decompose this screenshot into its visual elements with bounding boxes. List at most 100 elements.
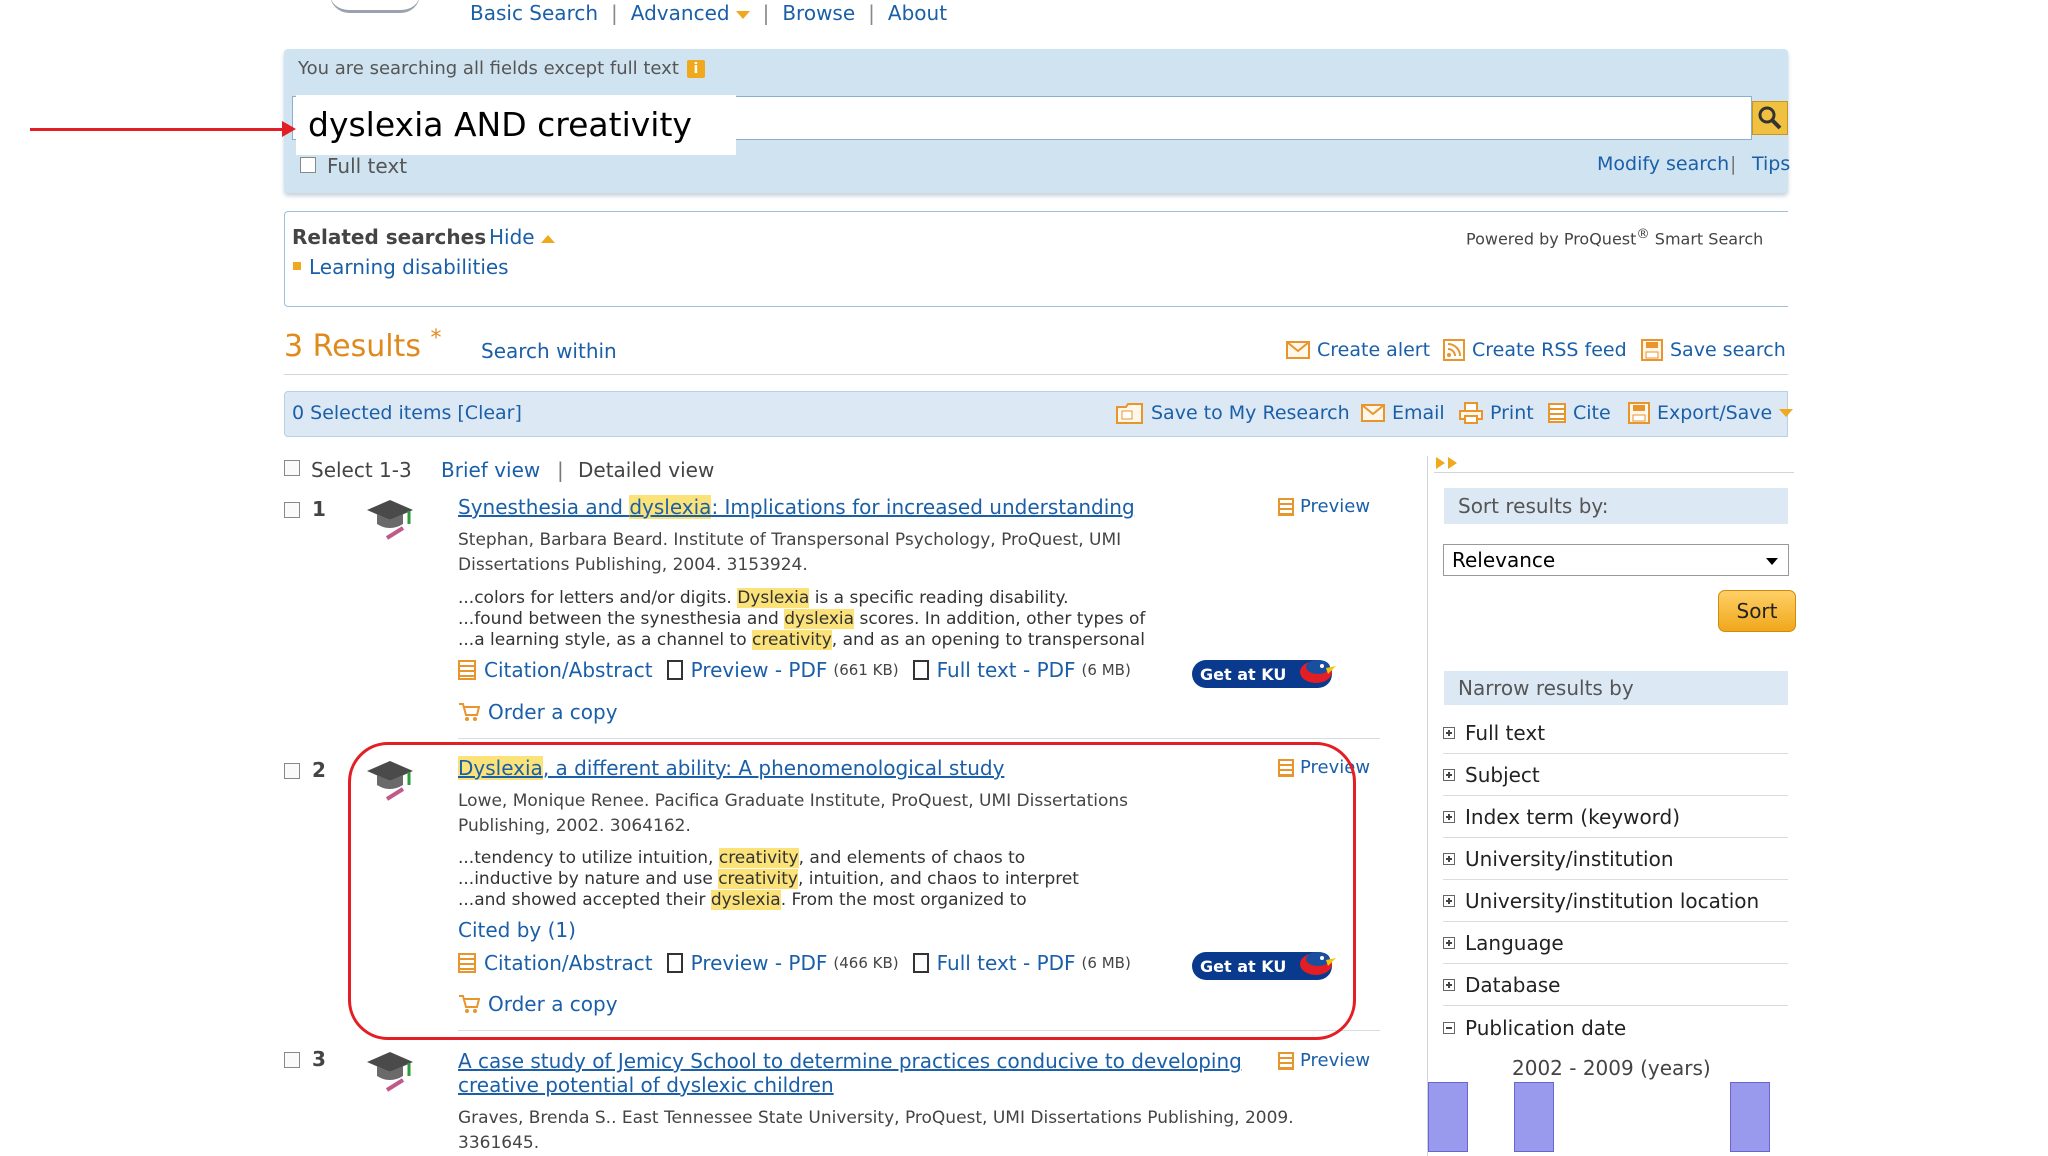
expand-icon [1443,937,1455,949]
brief-view-link[interactable]: Brief view [441,458,540,482]
facet-full-text[interactable]: Full text [1443,713,1788,754]
save-search-label: Save search [1670,339,1786,361]
preview-button[interactable]: Preview [1278,1050,1370,1071]
get-at-ku-label: Get at KU [1200,664,1287,684]
facet-university-location[interactable]: University/institution location [1443,881,1788,922]
create-rss-button[interactable]: Create RSS feed [1443,339,1627,361]
create-alert-button[interactable]: Create alert [1286,339,1430,361]
divider [284,374,1788,375]
related-search-link[interactable]: Learning disabilities [309,255,509,279]
results-count-label: 3 Results [284,329,421,364]
title-part: Synesthesia and [458,495,630,519]
citation-abstract-link[interactable]: Citation/Abstract [458,658,653,682]
chevron-down-icon [1779,409,1794,417]
dissertation-icon [367,500,413,540]
nav-basic-search[interactable]: Basic Search [470,1,598,25]
save-to-research-button[interactable]: Save to My Research [1116,402,1350,424]
result-checkbox[interactable] [284,1052,300,1068]
result-checkbox[interactable] [284,502,300,518]
nav-advanced-label: Advanced [630,1,730,25]
facet-label: Index term (keyword) [1465,805,1681,829]
results-asterisk: * [430,326,442,351]
registered-mark: ® [1636,227,1650,242]
search-button[interactable] [1752,101,1788,135]
cite-button[interactable]: Cite [1548,402,1611,424]
export-save-button[interactable]: Export/Save [1628,402,1794,424]
result-snippets: ...colors for letters and/or digits. Dys… [458,588,1145,651]
sort-select[interactable]: Relevance [1443,544,1789,576]
cite-label: Cite [1573,402,1611,424]
preview-button[interactable]: Preview [1278,496,1370,517]
double-chevron-right-icon [1436,457,1457,469]
snippet-text: is a specific reading disability. [809,588,1069,608]
cart-icon [459,703,480,721]
result-checkbox[interactable] [284,763,300,779]
facet-database[interactable]: Database [1443,965,1788,1006]
search-query-callout: dyslexia AND creativity [296,95,736,155]
facet-university[interactable]: University/institution [1443,839,1788,880]
order-copy-link[interactable]: Order a copy [458,700,618,724]
sort-results-heading: Sort results by: [1444,488,1788,524]
result-links: Citation/Abstract Preview - PDF (661 KB) … [458,658,1131,682]
facet-subject[interactable]: Subject [1443,755,1788,796]
preview-icon [1278,1051,1294,1070]
create-rss-label: Create RSS feed [1472,339,1627,361]
sidebar-collapse-toggle[interactable] [1434,456,1794,473]
snippet-line: ...colors for letters and/or digits. Dys… [458,588,1145,609]
snippet-highlight: Dyslexia [737,588,810,608]
nav-separator: | [868,1,875,25]
histogram-bar[interactable] [1428,1082,1468,1152]
result-title-link[interactable]: Synesthesia and dyslexia: Implications f… [458,495,1135,519]
facet-publication-date[interactable]: Publication date [1443,1007,1788,1048]
sort-button[interactable]: Sort [1718,590,1796,632]
expand-icon [1443,727,1455,739]
title-highlight: dyslexia [629,495,712,519]
email-button[interactable]: Email [1361,402,1445,424]
powered-by-tail: Smart Search [1649,229,1764,249]
fulltext-checkbox[interactable] [300,157,316,173]
facet-language[interactable]: Language [1443,923,1788,964]
expand-icon [1443,895,1455,907]
info-icon[interactable]: i [686,60,705,78]
publication-date-range: 2002 - 2009 (years) [1512,1056,1711,1080]
document-icon [1548,403,1566,423]
nav-about[interactable]: About [888,1,947,25]
selected-items-clear[interactable]: 0 Selected items [Clear] [292,402,522,424]
chevron-down-icon [1766,558,1778,565]
result-meta: Stephan, Barbara Beard. Institute of Tra… [458,528,1121,578]
facet-index-term[interactable]: Index term (keyword) [1443,797,1788,838]
nav-browse[interactable]: Browse [782,1,855,25]
snippet-text: , and as an opening to transpersonal [831,630,1145,650]
chevron-up-icon [540,234,555,243]
jayhawk-icon [1300,660,1336,683]
folder-icon [1116,403,1143,424]
get-at-ku-button[interactable]: Get at KU [1192,660,1336,688]
preview-icon [1278,497,1294,516]
snippet-line: ...a learning style, as a channel to cre… [458,630,1145,651]
select-all-checkbox[interactable] [284,460,300,476]
facet-label: Subject [1465,763,1540,787]
search-scope-text: You are searching all fields except full… [298,58,679,79]
search-within-link[interactable]: Search within [481,339,617,363]
meta-line: 3361645. [458,1133,540,1153]
preview-pdf-link[interactable]: Preview - PDF (661 KB) [666,658,899,682]
annotation-arrow-head [282,121,296,137]
facet-label: Language [1465,931,1564,955]
tips-separator: | [1730,153,1737,175]
view-separator: | [557,458,564,482]
result-title-link[interactable]: A case study of Jemicy School to determi… [458,1049,1242,1097]
export-save-label: Export/Save [1657,402,1773,424]
snippet-highlight: dyslexia [784,609,855,629]
tips-link[interactable]: Tips [1752,153,1790,175]
print-button[interactable]: Print [1459,402,1534,424]
nav-advanced[interactable]: Advanced [631,1,750,25]
save-to-research-label: Save to My Research [1151,402,1350,424]
floppy-icon [1641,339,1663,361]
modify-search-link[interactable]: Modify search [1597,153,1729,175]
save-search-button[interactable]: Save search [1641,339,1786,361]
hide-related-toggle[interactable]: Hide [489,225,555,249]
histogram-bar[interactable] [1730,1082,1770,1152]
full-text-pdf-link[interactable]: Full text - PDF (6 MB) [912,658,1131,682]
histogram-bar[interactable] [1514,1082,1554,1152]
order-copy-label: Order a copy [488,700,618,724]
